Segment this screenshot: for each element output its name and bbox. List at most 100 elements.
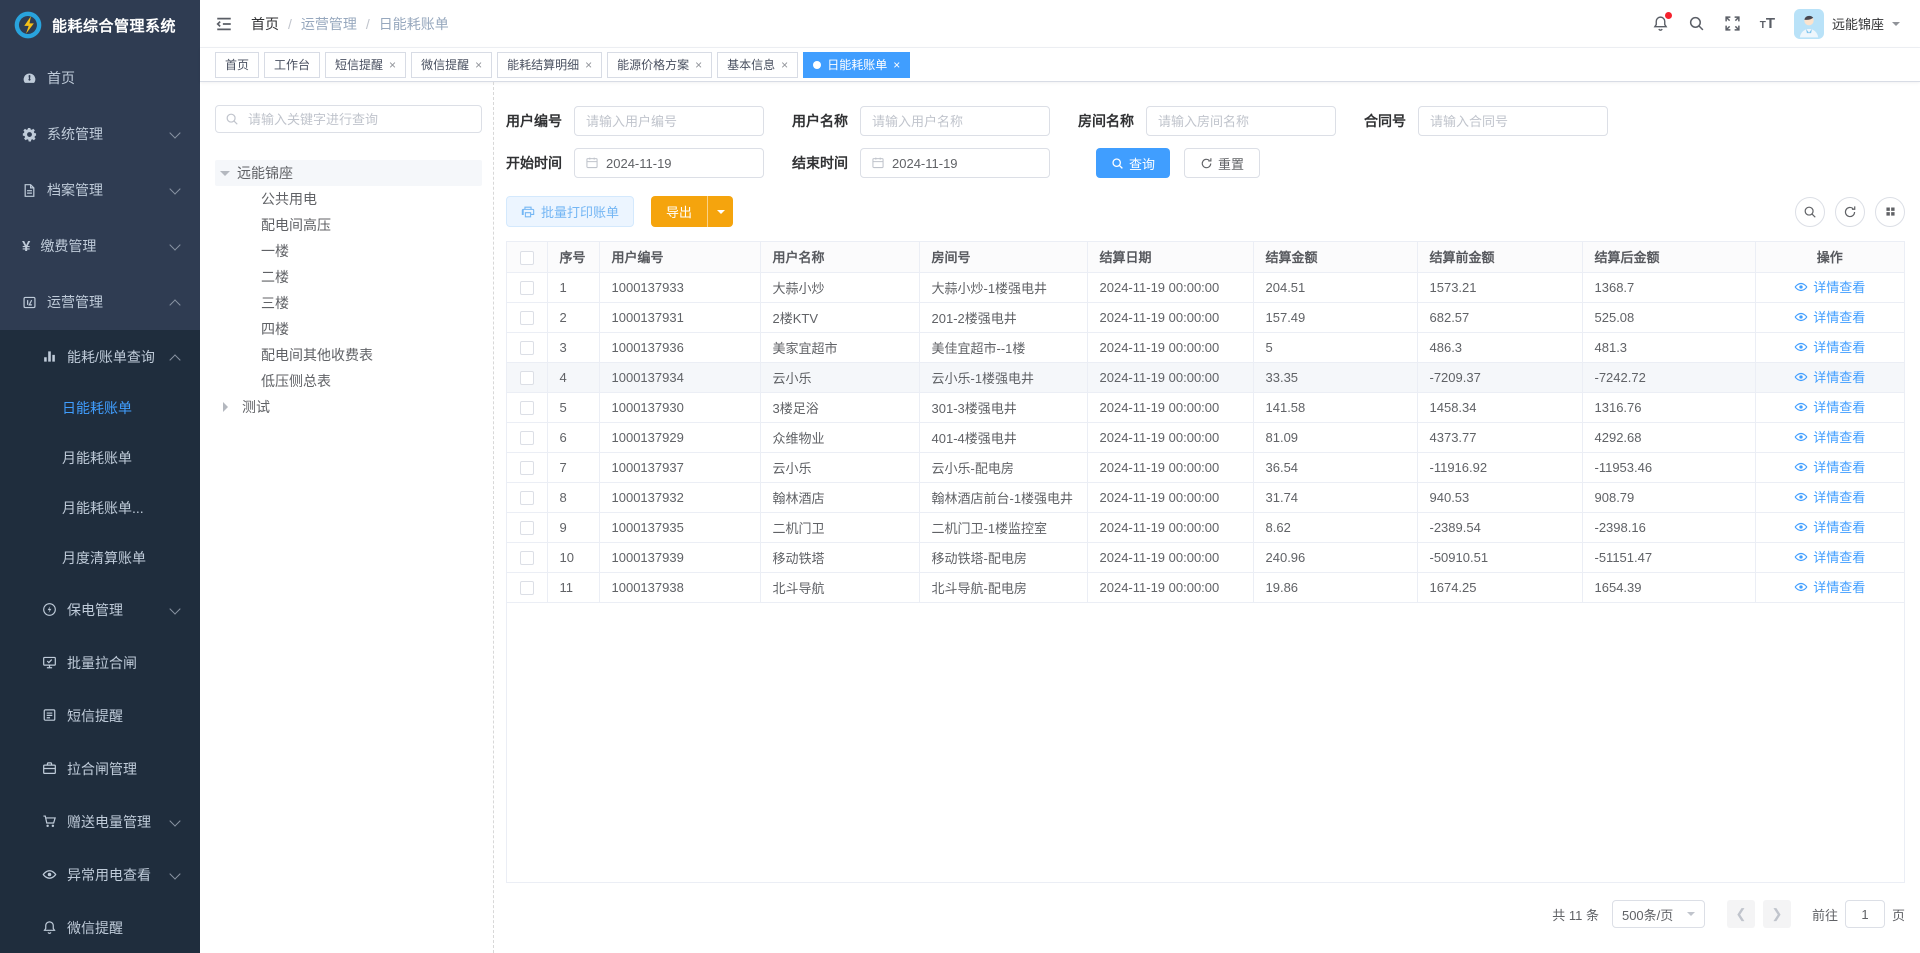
tab-3[interactable]: 微信提醒× <box>411 52 492 78</box>
sidebar-item-13[interactable]: 拉合闸管理 <box>0 742 200 795</box>
filter-input-1[interactable] <box>860 106 1050 136</box>
detail-view-link[interactable]: 详情查看 <box>1794 277 1865 296</box>
tree-node-1[interactable]: 公共用电 <box>215 186 482 212</box>
export-dropdown-caret[interactable] <box>707 196 733 227</box>
sidebar-item-9[interactable]: 月度清算账单 <box>0 533 200 583</box>
table-search-button[interactable] <box>1795 197 1825 227</box>
detail-view-link[interactable]: 详情查看 <box>1794 427 1865 446</box>
tab-2[interactable]: 短信提醒× <box>325 52 406 78</box>
goto-page-input[interactable] <box>1845 900 1885 928</box>
sidebar-item-8[interactable]: 月能耗账单... <box>0 483 200 533</box>
close-tab-icon[interactable]: × <box>893 59 900 71</box>
filter-input-3[interactable] <box>1418 106 1608 136</box>
row-checkbox[interactable] <box>520 521 534 535</box>
export-button[interactable]: 导出 <box>651 196 733 227</box>
tab-4[interactable]: 能耗结算明细× <box>497 52 602 78</box>
tree-caret-expanded-icon[interactable] <box>220 171 230 181</box>
breadcrumb-item-1[interactable]: 运营管理 <box>301 14 357 34</box>
detail-view-link[interactable]: 详情查看 <box>1794 457 1865 476</box>
row-checkbox[interactable] <box>520 491 534 505</box>
tree-node-5[interactable]: 三楼 <box>215 290 482 316</box>
row-checkbox[interactable] <box>520 341 534 355</box>
prev-page-button[interactable]: ❮ <box>1727 900 1755 928</box>
detail-view-link[interactable]: 详情查看 <box>1794 487 1865 506</box>
tree-node-4[interactable]: 二楼 <box>215 264 482 290</box>
sidebar-item-5[interactable]: 能耗/账单查询 <box>0 330 200 383</box>
tree-node-7[interactable]: 配电间其他收费表 <box>215 342 482 368</box>
row-checkbox[interactable] <box>520 281 534 295</box>
tab-5[interactable]: 能源价格方案× <box>607 52 712 78</box>
sidebar-item-0[interactable]: 首页 <box>0 50 200 106</box>
search-button[interactable]: 查询 <box>1096 148 1170 178</box>
chevron-down-icon <box>170 241 180 251</box>
row-checkbox[interactable] <box>520 431 534 445</box>
page-size-select[interactable]: 500条/页 <box>1612 900 1705 928</box>
batch-print-button[interactable]: 批量打印账单 <box>506 196 634 227</box>
row-checkbox[interactable] <box>520 461 534 475</box>
reset-button[interactable]: 重置 <box>1184 148 1260 178</box>
detail-view-link[interactable]: 详情查看 <box>1794 367 1865 386</box>
tree-node-9[interactable]: 测试 <box>215 394 482 420</box>
sidebar-item-10[interactable]: 保电管理 <box>0 583 200 636</box>
notification-bell-icon[interactable] <box>1652 15 1669 32</box>
tree-node-8[interactable]: 低压侧总表 <box>215 368 482 394</box>
detail-view-link[interactable]: 详情查看 <box>1794 307 1865 326</box>
detail-view-link[interactable]: 详情查看 <box>1794 337 1865 356</box>
table-cell: 二机门卫-1楼监控室 <box>919 512 1087 542</box>
sidebar-item-1[interactable]: 系统管理 <box>0 106 200 162</box>
close-tab-icon[interactable]: × <box>695 59 702 71</box>
row-checkbox[interactable] <box>520 311 534 325</box>
detail-view-link[interactable]: 详情查看 <box>1794 577 1865 596</box>
tree-search-input[interactable] <box>246 111 472 128</box>
table-columns-button[interactable] <box>1875 197 1905 227</box>
fullscreen-icon[interactable] <box>1724 15 1741 32</box>
search-icon[interactable] <box>1688 15 1705 32</box>
tree-node-2[interactable]: 配电间高压 <box>215 212 482 238</box>
next-page-button[interactable]: ❯ <box>1763 900 1791 928</box>
tree-caret-collapsed-icon[interactable] <box>223 402 233 412</box>
close-tab-icon[interactable]: × <box>585 59 592 71</box>
sidebar-item-15[interactable]: 异常用电查看 <box>0 848 200 901</box>
sidebar-item-16[interactable]: 微信提醒 <box>0 901 200 953</box>
table-cell: 北斗导航 <box>760 572 919 602</box>
font-size-icon[interactable]: TT <box>1760 16 1775 31</box>
sidebar-item-14[interactable]: 赠送电量管理 <box>0 795 200 848</box>
sidebar-item-11[interactable]: 批量拉合闸 <box>0 636 200 689</box>
sidebar-item-6[interactable]: 日能耗账单 <box>0 383 200 433</box>
sidebar-collapse-icon[interactable] <box>215 15 233 33</box>
close-tab-icon[interactable]: × <box>475 59 482 71</box>
table-cell: 1000137937 <box>599 452 760 482</box>
breadcrumb-item-0[interactable]: 首页 <box>251 14 279 34</box>
filter-field-3: 合同号 <box>1364 106 1608 136</box>
tree-node-3[interactable]: 一楼 <box>215 238 482 264</box>
close-tab-icon[interactable]: × <box>389 59 396 71</box>
start-date-input[interactable]: 2024-11-19 <box>574 148 764 178</box>
row-checkbox[interactable] <box>520 401 534 415</box>
detail-view-link[interactable]: 详情查看 <box>1794 517 1865 536</box>
sidebar-item-7[interactable]: 月能耗账单 <box>0 433 200 483</box>
tab-0[interactable]: 首页 <box>215 52 259 78</box>
select-all-checkbox[interactable] <box>520 251 534 265</box>
sidebar-item-3[interactable]: ¥缴费管理 <box>0 218 200 274</box>
tab-7[interactable]: 日能耗账单× <box>803 52 910 78</box>
sidebar-item-4[interactable]: 运营管理 <box>0 274 200 330</box>
filter-input-2[interactable] <box>1146 106 1336 136</box>
table-refresh-button[interactable] <box>1835 197 1865 227</box>
close-tab-icon[interactable]: × <box>781 59 788 71</box>
sidebar-item-12[interactable]: 短信提醒 <box>0 689 200 742</box>
tree-node-6[interactable]: 四楼 <box>215 316 482 342</box>
filter-input-0[interactable] <box>574 106 764 136</box>
detail-view-link[interactable]: 详情查看 <box>1794 547 1865 566</box>
end-date-input[interactable]: 2024-11-19 <box>860 148 1050 178</box>
tab-6[interactable]: 基本信息× <box>717 52 798 78</box>
avatar[interactable] <box>1794 9 1824 39</box>
tab-1[interactable]: 工作台 <box>264 52 320 78</box>
detail-view-link[interactable]: 详情查看 <box>1794 397 1865 416</box>
row-checkbox[interactable] <box>520 371 534 385</box>
tree-node-0[interactable]: 远能锦座 <box>215 160 482 186</box>
user-menu[interactable]: 远能锦座 <box>1794 9 1900 39</box>
sidebar-item-2[interactable]: 档案管理 <box>0 162 200 218</box>
row-checkbox[interactable] <box>520 551 534 565</box>
app-logo: 能耗综合管理系统 <box>0 0 200 50</box>
row-checkbox[interactable] <box>520 581 534 595</box>
